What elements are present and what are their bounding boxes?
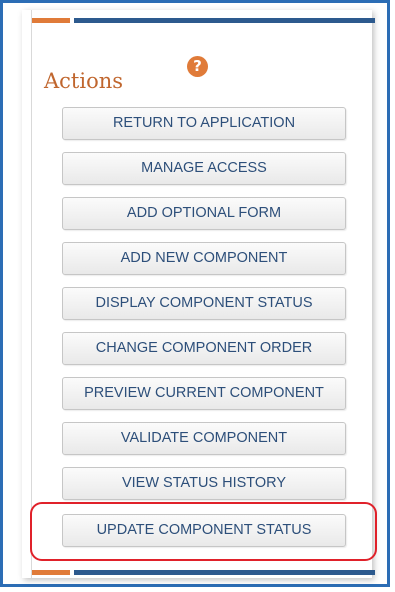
display-component-status-button[interactable]: DISPLAY COMPONENT STATUS — [62, 287, 346, 320]
accent-bar-blue — [74, 18, 375, 23]
actions-panel: Actions ? RETURN TO APPLICATION MANAGE A… — [22, 10, 377, 578]
question-mark-icon[interactable]: ? — [187, 56, 208, 77]
accent-bar-blue — [74, 570, 375, 575]
highlight-ring — [30, 502, 377, 561]
panel-divider — [31, 10, 32, 578]
panel-title: Actions — [44, 69, 124, 93]
preview-current-component-button[interactable]: PREVIEW CURRENT COMPONENT — [62, 377, 346, 410]
add-optional-form-button[interactable]: ADD OPTIONAL FORM — [62, 197, 346, 230]
validate-component-button[interactable]: VALIDATE COMPONENT — [62, 422, 346, 455]
add-new-component-button[interactable]: ADD NEW COMPONENT — [62, 242, 346, 275]
change-component-order-button[interactable]: CHANGE COMPONENT ORDER — [62, 332, 346, 365]
view-status-history-button[interactable]: VIEW STATUS HISTORY — [62, 467, 346, 500]
return-to-application-button[interactable]: RETURN TO APPLICATION — [62, 107, 346, 140]
accent-bar-orange — [32, 18, 70, 23]
manage-access-button[interactable]: MANAGE ACCESS — [62, 152, 346, 185]
accent-bar-orange — [32, 570, 70, 575]
